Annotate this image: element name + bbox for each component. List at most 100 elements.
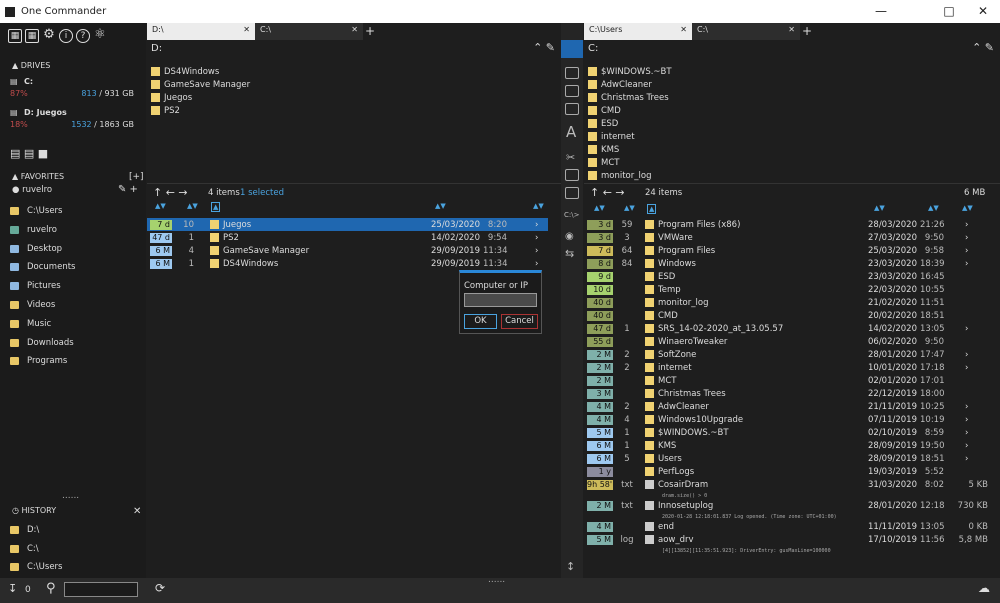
- new-tab-button[interactable]: +: [800, 23, 814, 40]
- chevron-right-icon[interactable]: ›: [965, 415, 968, 425]
- nav-arrows[interactable]: ↑ ← →: [590, 186, 625, 199]
- history-item[interactable]: C:\: [10, 542, 39, 556]
- chevron-right-icon[interactable]: ›: [965, 454, 968, 464]
- chevron-right-icon[interactable]: ›: [535, 246, 538, 256]
- download-icon[interactable]: ↧: [8, 582, 17, 595]
- table-row[interactable]: 6 M 4 GameSave Manager 29/09/2019 11:34 ›: [150, 244, 550, 257]
- table-row[interactable]: 7 d 64 Program Files 25/03/2020 9:58 ›: [587, 244, 999, 257]
- history-item[interactable]: C:\Users: [10, 560, 62, 574]
- table-row[interactable]: 2 M 2 SoftZone 28/01/2020 17:47 ›: [587, 348, 999, 361]
- sort-header[interactable]: ▲▼ ▲▼ ▲ ▲▼ ▲▼: [147, 202, 561, 213]
- top-file-item[interactable]: KMS: [588, 143, 619, 156]
- path-bar[interactable]: C:: [588, 43, 598, 54]
- splitter-handle[interactable]: ......: [62, 491, 79, 501]
- table-row[interactable]: 3 M Christmas Trees 22/12/2019 18:00: [587, 387, 999, 400]
- settings-icon[interactable]: ⚙: [42, 28, 56, 43]
- rename-icon[interactable]: [565, 103, 579, 115]
- tab-close-icon[interactable]: ✕: [243, 25, 250, 34]
- table-row[interactable]: 2 M MCT 02/01/2020 17:01: [587, 374, 999, 387]
- tab-close-icon[interactable]: ✕: [680, 25, 687, 34]
- top-file-item[interactable]: ESD: [588, 117, 618, 130]
- favorite-item[interactable]: Music: [10, 317, 51, 331]
- maximize-button[interactable]: □: [932, 0, 966, 23]
- chevron-right-icon[interactable]: ›: [535, 220, 538, 230]
- top-file-item[interactable]: DS4Windows: [151, 65, 219, 78]
- favorites-add-button[interactable]: [+]: [129, 172, 144, 182]
- chevron-right-icon[interactable]: ›: [965, 441, 968, 451]
- splitter-handle[interactable]: ......: [488, 575, 505, 585]
- ok-button[interactable]: OK: [464, 314, 497, 329]
- favorite-item[interactable]: Desktop: [10, 242, 62, 256]
- top-file-item[interactable]: $WINDOWS.~BT: [588, 65, 672, 78]
- table-row[interactable]: 40 d monitor_log 21/02/2020 11:51: [587, 296, 999, 309]
- table-row[interactable]: 10 d Temp 22/03/2020 10:55: [587, 283, 999, 296]
- help-icon[interactable]: ?: [76, 29, 90, 43]
- cancel-button[interactable]: Cancel: [501, 314, 538, 329]
- table-row[interactable]: 8 d 84 Windows 23/03/2020 18:39 ›: [587, 257, 999, 270]
- top-file-item[interactable]: Christmas Trees: [588, 91, 669, 104]
- table-row[interactable]: 9 d ESD 23/03/2020 16:45: [587, 270, 999, 283]
- table-row[interactable]: 55 d WinaeroTweaker 06/02/2020 9:50: [587, 335, 999, 348]
- favorite-item[interactable]: Programs: [10, 354, 67, 368]
- cloud-icon[interactable]: ☁: [978, 581, 990, 595]
- table-row[interactable]: 4 M end 11/11/2019 13:05 0 KB: [587, 520, 999, 533]
- favorite-item[interactable]: Videos: [10, 298, 55, 312]
- split-icon[interactable]: ↕: [566, 560, 575, 573]
- sort-header[interactable]: ▲▼ ▲▼ ▲ ▲▼ ▲▼ ▲▼: [584, 204, 1000, 215]
- refresh-icon[interactable]: ⟳: [155, 581, 165, 595]
- new-file-icon[interactable]: [565, 85, 579, 97]
- table-row[interactable]: 6 M 1 DS4Windows 29/09/2019 11:34 ›: [150, 257, 550, 270]
- chevron-right-icon[interactable]: ›: [965, 220, 968, 230]
- table-row[interactable]: 1 y PerfLogs 19/03/2019 5:52: [587, 465, 999, 478]
- table-row[interactable]: 40 d CMD 20/02/2020 18:51: [587, 309, 999, 322]
- tab-c[interactable]: C:\ ✕: [692, 23, 800, 40]
- code-icon[interactable]: C:\>: [564, 211, 579, 219]
- copy-icon[interactable]: [565, 169, 579, 181]
- chevron-right-icon[interactable]: ›: [965, 259, 968, 269]
- edit-favorites-icon[interactable]: ✎ +: [118, 184, 138, 195]
- paste-icon[interactable]: [565, 187, 579, 199]
- columns-view-icon[interactable]: ▦: [8, 29, 22, 43]
- top-file-item[interactable]: GameSave Manager: [151, 78, 250, 91]
- theme-icon[interactable]: ⚛: [93, 28, 107, 43]
- table-row[interactable]: 4 M 2 AdwCleaner 21/11/2019 10:25 ›: [587, 400, 999, 413]
- info-icon[interactable]: i: [59, 29, 73, 43]
- tab-c[interactable]: C:\ ✕: [255, 23, 363, 40]
- table-row[interactable]: 2 M 2 internet 10/01/2020 17:18 ›: [587, 361, 999, 374]
- chevron-right-icon[interactable]: ›: [965, 402, 968, 412]
- top-file-item[interactable]: AdwCleaner: [588, 78, 652, 91]
- cut-icon[interactable]: ✂: [566, 151, 575, 164]
- path-edit-icons[interactable]: ⌃ ✎: [533, 41, 555, 54]
- chevron-right-icon[interactable]: ›: [535, 233, 538, 243]
- table-row[interactable]: 6 M 1 KMS 28/09/2019 19:50 ›: [587, 439, 999, 452]
- tab-close-icon[interactable]: ✕: [788, 25, 795, 34]
- close-button[interactable]: ✕: [966, 0, 1000, 23]
- chevron-right-icon[interactable]: ›: [965, 324, 968, 334]
- table-row[interactable]: 47 d 1 PS2 14/02/2020 9:54 ›: [150, 231, 550, 244]
- chevron-right-icon[interactable]: ›: [535, 259, 538, 269]
- top-file-item[interactable]: PS2: [151, 104, 180, 117]
- chevron-right-icon[interactable]: ›: [965, 246, 968, 256]
- table-row[interactable]: 47 d 1 SRS_14-02-2020_at_13.05.57 14/02/202…: [587, 322, 999, 335]
- top-file-item[interactable]: Juegos: [151, 91, 192, 104]
- top-file-item[interactable]: monitor_log: [588, 169, 651, 182]
- view-toggle-icons[interactable]: ▤ ▤ ■: [10, 147, 48, 160]
- table-row[interactable]: 6 M 5 Users 28/09/2019 18:51 ›: [587, 452, 999, 465]
- chevron-right-icon[interactable]: ›: [965, 233, 968, 243]
- grid-view-icon[interactable]: ▦: [25, 29, 39, 43]
- table-row[interactable]: 3 d 3 VMWare 27/03/2020 9:50 ›: [587, 231, 999, 244]
- tab-d[interactable]: D:\ ✕: [147, 23, 255, 40]
- table-row[interactable]: 7 d 10 Juegos 25/03/2020 8:20 ›: [150, 218, 550, 231]
- chevron-right-icon[interactable]: ›: [965, 350, 968, 360]
- top-file-item[interactable]: internet: [588, 130, 635, 143]
- history-close-icon[interactable]: ✕: [133, 506, 141, 517]
- table-row[interactable]: 9h 58' txt CosairDram 31/03/2020 8:02 5 KB: [587, 478, 999, 491]
- new-folder-icon[interactable]: [565, 67, 579, 79]
- table-row[interactable]: 3 d 59 Program Files (x86) 28/03/2020 21:26 ›: [587, 218, 999, 231]
- tab-close-icon[interactable]: ✕: [351, 25, 358, 34]
- favorite-item[interactable]: ruvelro: [10, 223, 57, 237]
- font-icon[interactable]: A: [566, 123, 576, 141]
- favorite-item[interactable]: C:\Users: [10, 204, 62, 218]
- favorite-item[interactable]: Downloads: [10, 336, 74, 350]
- favorite-item[interactable]: Documents: [10, 260, 75, 274]
